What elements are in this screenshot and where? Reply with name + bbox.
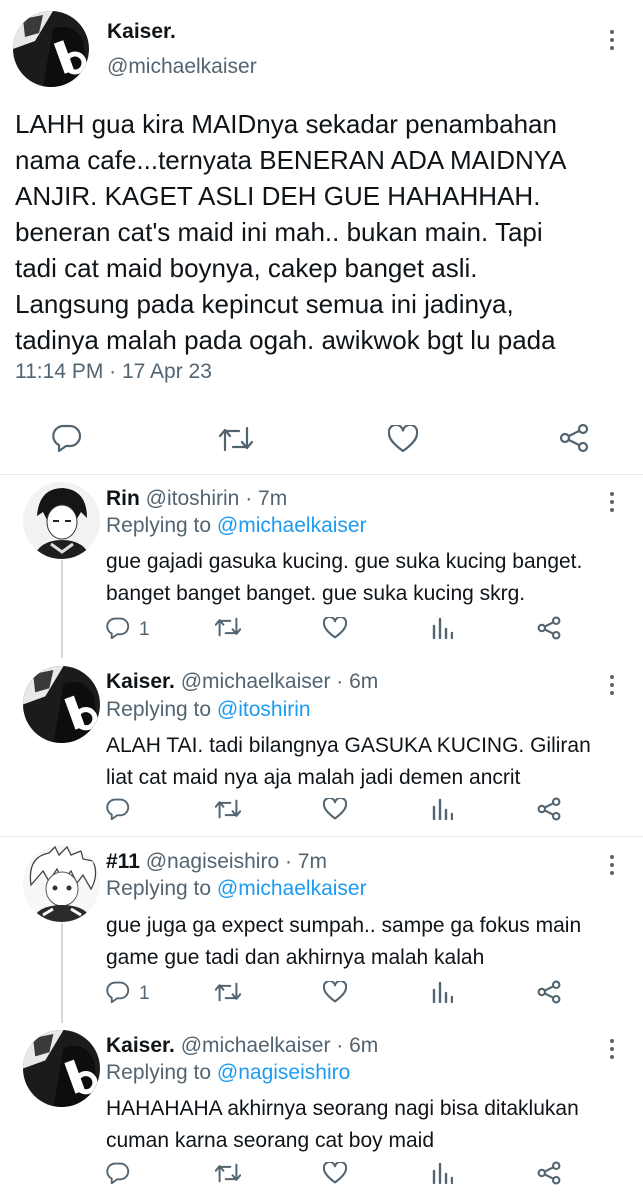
analytics-icon[interactable] — [431, 1162, 453, 1184]
replying-to: Replying to @itoshirin — [106, 698, 311, 722]
author-handle[interactable]: @nagiseishiro — [146, 850, 279, 873]
avatar[interactable] — [13, 11, 89, 87]
author-handle[interactable]: @michaelkaiser — [181, 1034, 331, 1057]
like-icon[interactable] — [323, 798, 347, 820]
share-icon[interactable] — [537, 1161, 561, 1185]
reply-text-line: ALAH TAI. tadi bilangnya GASUKA KUCING. … — [106, 734, 591, 757]
replying-to-link[interactable]: @michaelkaiser — [217, 877, 367, 900]
replying-to: Replying to @nagiseishiro — [106, 1061, 350, 1085]
replying-label: Replying to — [106, 1061, 212, 1084]
like-icon[interactable] — [323, 617, 347, 639]
author-handle[interactable]: @itoshirin — [146, 487, 240, 510]
replying-to-link[interactable]: @michaelkaiser — [217, 514, 367, 537]
like-icon[interactable] — [388, 425, 418, 453]
reply-text-line: game gue tadi dan akhirnya malah kalah — [106, 946, 485, 969]
avatar[interactable] — [23, 666, 100, 743]
author-name[interactable]: Kaiser. — [106, 670, 175, 693]
reply-icon[interactable] — [52, 424, 82, 452]
reply-time[interactable]: · 6m — [336, 1034, 378, 1057]
reply-text: ALAH TAI. tadi bilangnya GASUKA KUCING. … — [106, 730, 616, 794]
retweet-icon[interactable] — [215, 982, 241, 1002]
replying-to-link[interactable]: @itoshirin — [217, 698, 311, 721]
like-icon[interactable] — [323, 981, 347, 1003]
replying-to-link[interactable]: @nagiseishiro — [217, 1061, 350, 1084]
reply-text: HAHAHAHA akhirnya seorang nagi bisa dita… — [106, 1093, 616, 1157]
reply-icon[interactable] — [106, 1162, 130, 1184]
replying-label: Replying to — [106, 514, 212, 537]
replying-to: Replying to @michaelkaiser — [106, 514, 367, 538]
reply-time[interactable]: · 6m — [336, 670, 378, 693]
author-name[interactable]: Kaiser. — [106, 1034, 175, 1057]
analytics-icon[interactable] — [431, 617, 453, 639]
reply-header: Kaiser. @michaelkaiser · 6m — [106, 1034, 378, 1058]
reply-header: Rin @itoshirin · 7m — [106, 487, 287, 511]
avatar[interactable] — [23, 482, 100, 559]
divider — [0, 474, 643, 475]
author-name[interactable]: Rin — [106, 487, 140, 510]
tweet-text-line: tadi cat maid boynya, cakep banget asli. — [15, 253, 478, 283]
like-icon[interactable] — [323, 1162, 347, 1184]
author-name[interactable]: #11 — [106, 850, 140, 873]
analytics-icon[interactable] — [431, 798, 453, 820]
share-icon[interactable] — [537, 616, 561, 640]
reply-header: #11 @nagiseishiro · 7m — [106, 850, 327, 874]
avatar[interactable] — [23, 1030, 100, 1107]
reply-text: gue juga ga expect sumpah.. sampe ga fok… — [106, 910, 616, 974]
reply-icon[interactable] — [106, 617, 130, 639]
more-icon[interactable] — [610, 855, 614, 879]
tweet-text-line: LAHH gua kira MAIDnya sekadar penambahan — [15, 109, 557, 139]
tweet-text-line: beneran cat's maid ini mah.. bukan main.… — [15, 217, 543, 247]
replying-label: Replying to — [106, 698, 212, 721]
more-icon[interactable] — [610, 1039, 614, 1063]
retweet-icon[interactable] — [215, 617, 241, 637]
more-icon[interactable] — [610, 30, 614, 54]
replying-to: Replying to @michaelkaiser — [106, 877, 367, 901]
replying-label: Replying to — [106, 877, 212, 900]
reply-text-line: liat cat maid nya aja malah jadi demen a… — [106, 766, 521, 789]
author-name[interactable]: Kaiser. — [107, 20, 176, 44]
author-handle[interactable]: @michaelkaiser — [107, 55, 257, 79]
thread-line — [61, 923, 63, 1023]
reply-time[interactable]: · 7m — [245, 487, 287, 510]
more-icon[interactable] — [610, 675, 614, 699]
reply-text-line: HAHAHAHA akhirnya seorang nagi bisa dita… — [106, 1097, 579, 1120]
more-icon[interactable] — [610, 492, 614, 516]
divider — [0, 836, 643, 837]
avatar[interactable] — [23, 845, 100, 922]
tweet-text-line: nama cafe...ternyata BENERAN ADA MAIDNYA — [15, 145, 567, 175]
reply-text-line: banget banget banget. gue suka kucing sk… — [106, 582, 526, 605]
retweet-icon[interactable] — [219, 426, 253, 452]
share-icon[interactable] — [559, 423, 589, 453]
analytics-icon[interactable] — [431, 981, 453, 1003]
author-handle[interactable]: @michaelkaiser — [181, 670, 331, 693]
tweet-timestamp[interactable]: 11:14 PM · 17 Apr 23 — [15, 360, 212, 384]
reply-text-line: gue gajadi gasuka kucing. gue suka kucin… — [106, 550, 583, 573]
reply-text-line: cuman karna seorang cat boy maid — [106, 1129, 435, 1152]
tweet-text-line: ANJIR. KAGET ASLI DEH GUE HAHAHHAH. — [15, 181, 541, 211]
reply-icon[interactable] — [106, 981, 130, 1003]
reply-time[interactable]: · 7m — [285, 850, 327, 873]
retweet-icon[interactable] — [215, 799, 241, 819]
reply-text-line: gue juga ga expect sumpah.. sampe ga fok… — [106, 914, 582, 937]
thread-line — [61, 560, 63, 658]
reply-count: 1 — [139, 619, 150, 640]
share-icon[interactable] — [537, 980, 561, 1004]
reply-count: 1 — [139, 983, 150, 1004]
tweet-text: LAHH gua kira MAIDnya sekadar penambahan… — [15, 106, 635, 358]
tweet-text-line: Langsung pada kepincut semua ini jadinya… — [15, 289, 514, 319]
share-icon[interactable] — [537, 797, 561, 821]
tweet-text-line: tadinya malah pada ogah. awikwok bgt lu … — [15, 325, 556, 355]
retweet-icon[interactable] — [215, 1163, 241, 1183]
reply-icon[interactable] — [106, 798, 130, 820]
reply-text: gue gajadi gasuka kucing. gue suka kucin… — [106, 546, 616, 610]
reply-header: Kaiser. @michaelkaiser · 6m — [106, 670, 378, 694]
